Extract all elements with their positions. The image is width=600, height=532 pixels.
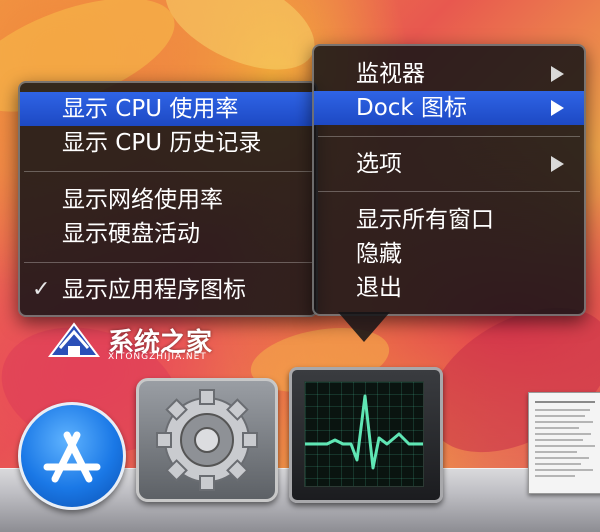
menu-item-monitors[interactable]: 监视器 [314, 57, 584, 91]
menu-item-show-cpu-history[interactable]: 显示 CPU 历史记录 [20, 126, 316, 160]
watermark-logo-icon [48, 322, 100, 357]
submenu-arrow-icon [551, 100, 564, 116]
dock-icon-submenu: 显示 CPU 使用率 显示 CPU 历史记录 显示网络使用率 显示硬盘活动 ✓ … [18, 81, 318, 317]
menu-item-options[interactable]: 选项 [314, 147, 584, 181]
thumbnail-line [535, 457, 589, 459]
thumbnail-line [535, 475, 575, 477]
dock-context-menu: 监视器 Dock 图标 选项 显示所有窗口 隐藏 退出 [312, 44, 586, 316]
menu-item-label: 显示硬盘活动 [62, 221, 200, 247]
activity-monitor-icon[interactable] [289, 367, 443, 503]
menu-item-label: Dock 图标 [356, 95, 468, 121]
thumbnail-line [535, 421, 593, 423]
activity-monitor-screen [304, 381, 424, 487]
menu-item-label: 显示应用程序图标 [62, 277, 246, 303]
checkmark-icon: ✓ [32, 277, 51, 302]
menu-pointer [338, 312, 390, 342]
thumbnail-line [535, 401, 595, 403]
system-preferences-icon[interactable] [136, 378, 278, 502]
menu-item-label: 显示所有窗口 [356, 207, 494, 233]
menu-item-show-all-windows[interactable]: 显示所有窗口 [314, 203, 584, 237]
thumbnail-line [535, 415, 585, 417]
menu-item-label: 监视器 [356, 61, 425, 87]
menu-item-label: 选项 [356, 151, 402, 177]
thumbnail-line [535, 463, 581, 465]
app-store-glyph-icon [43, 431, 101, 483]
heartbeat-graph-icon [305, 394, 423, 470]
menu-item-dock-icon[interactable]: Dock 图标 [314, 91, 584, 125]
desktop: { "submenu": { "items": [ {"label": "显示 … [0, 0, 600, 532]
submenu-arrow-icon [551, 66, 564, 82]
menu-item-hide[interactable]: 隐藏 [314, 237, 584, 271]
thumbnail-line [535, 433, 591, 435]
watermark-subtitle: XITONGZHIJIA.NET [108, 352, 207, 362]
thumbnail-line [535, 451, 577, 453]
menu-item-label: 退出 [356, 275, 402, 301]
watermark: 系统之家 XITONGZHIJIA.NET [46, 318, 276, 368]
menu-separator [318, 136, 580, 137]
menu-separator [24, 171, 312, 172]
menu-item-show-cpu-usage[interactable]: 显示 CPU 使用率 [20, 92, 316, 126]
thumbnail-line [535, 439, 583, 441]
gear-icon [156, 389, 258, 491]
thumbnail-line [535, 445, 595, 447]
menu-item-label: 显示 CPU 历史记录 [62, 130, 262, 156]
window-thumbnail[interactable] [528, 392, 600, 494]
thumbnail-line [535, 469, 593, 471]
menu-item-quit[interactable]: 退出 [314, 271, 584, 305]
menu-separator [318, 191, 580, 192]
menu-item-label: 隐藏 [356, 241, 402, 267]
submenu-arrow-icon [551, 156, 564, 172]
menu-separator [24, 262, 312, 263]
thumbnail-line [535, 409, 590, 411]
app-store-icon[interactable] [18, 402, 126, 510]
menu-item-show-app-icon[interactable]: ✓ 显示应用程序图标 [20, 273, 316, 307]
wallpaper-stroke [150, 0, 330, 91]
menu-item-label: 显示 CPU 使用率 [62, 96, 239, 122]
menu-item-show-disk-activity[interactable]: 显示硬盘活动 [20, 217, 316, 251]
thumbnail-line [535, 427, 579, 429]
menu-item-show-network-usage[interactable]: 显示网络使用率 [20, 183, 316, 217]
menu-item-label: 显示网络使用率 [62, 187, 223, 213]
